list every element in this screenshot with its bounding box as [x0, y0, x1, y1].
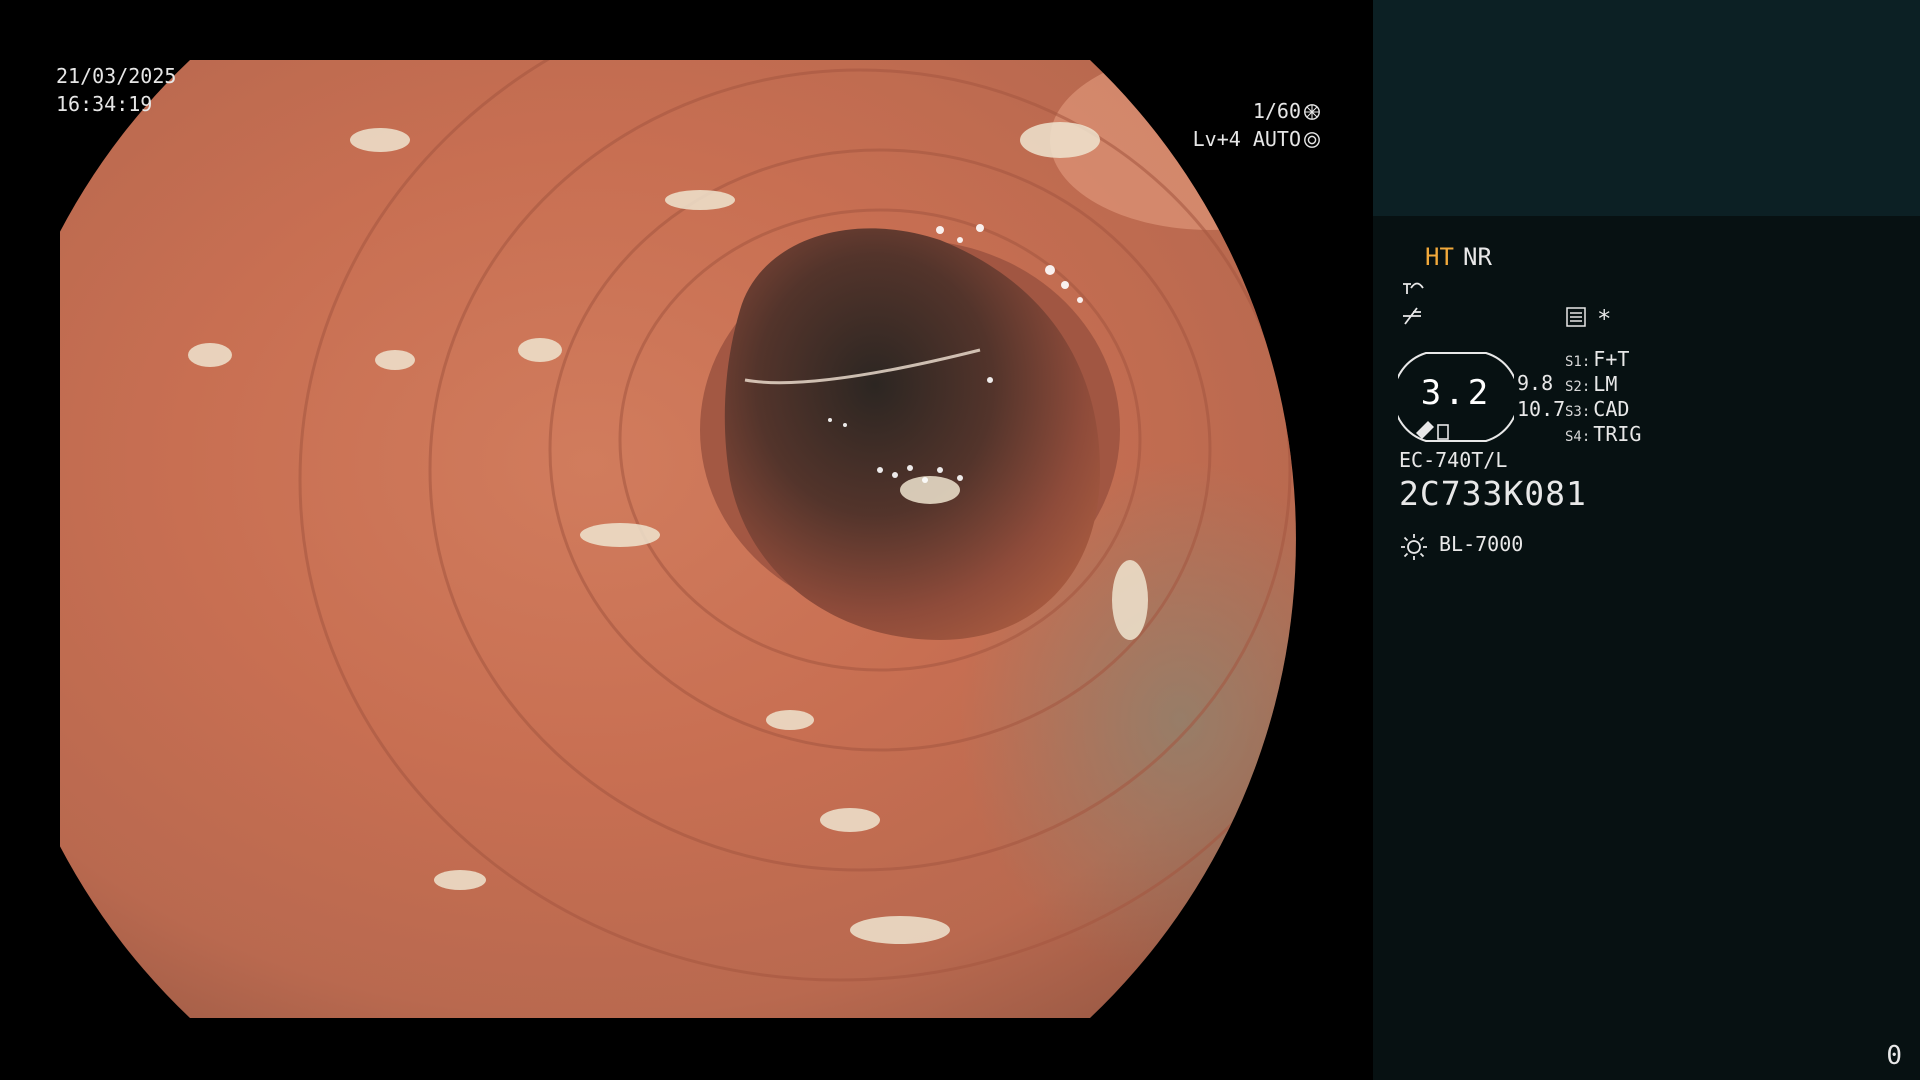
nr-indicator: NR [1463, 243, 1492, 271]
scope-serial: 2C733K081 [1399, 474, 1587, 513]
switch-value: CAD [1593, 397, 1630, 421]
switch-s1: S1: F+T [1565, 347, 1629, 371]
asterisk-indicator: * [1597, 305, 1612, 333]
switch-s4: S4: TRIG [1565, 422, 1641, 446]
zoom-value: 3.2 [1420, 373, 1492, 413]
switch-key: S4: [1565, 429, 1591, 445]
frame-counter: 0 [1886, 1041, 1902, 1071]
ht-indicator: HT [1425, 243, 1454, 271]
switch-value: TRIG [1593, 422, 1642, 446]
zoom-indicator: 3.2 [1398, 351, 1514, 443]
shutter-text: 1/60 [1252, 99, 1301, 123]
scope-model: EC-740T/L [1399, 448, 1508, 472]
brightness-level: Lv+4 AUTO [1193, 125, 1321, 153]
switch-value: F+T [1593, 347, 1630, 371]
shutter-icon [1304, 104, 1320, 120]
switch-key: S1: [1565, 354, 1591, 370]
fx-curve-icon [1403, 282, 1424, 294]
panel-header-area [1373, 0, 1920, 216]
auto-iris-icon [1304, 132, 1320, 148]
endoscope-view: 21/03/2025 16:34:19 1/60 Lv+4 AUTO [0, 0, 1373, 1080]
endoscopic-image [60, 60, 1296, 1018]
memo-icon [1566, 307, 1586, 327]
switch-key: S3: [1565, 404, 1591, 420]
light-source: BL-7000 [1439, 532, 1524, 556]
date-text: 21/03/2025 [56, 64, 177, 88]
light-icon [1401, 534, 1427, 560]
parameter-value-b: 10.7 [1517, 397, 1566, 421]
switch-value: LM [1593, 372, 1618, 396]
fx-slash-icon [1403, 307, 1421, 325]
info-panel: HT NR * 3.2 9.8 10.7 S1: F+T S2: LM S3: CAD… [1373, 0, 1920, 1080]
parameter-value-a: 9.8 [1517, 371, 1554, 395]
date-time-display: 21/03/2025 16:34:19 [56, 62, 176, 118]
switch-key: S2: [1565, 379, 1591, 395]
switch-s3: S3: CAD [1565, 397, 1629, 421]
time-text: 16:34:19 [56, 92, 153, 116]
switch-s2: S2: LM [1565, 372, 1617, 396]
shutter-speed: 1/60 [1253, 97, 1321, 125]
level-text: Lv+4 AUTO [1192, 127, 1301, 151]
